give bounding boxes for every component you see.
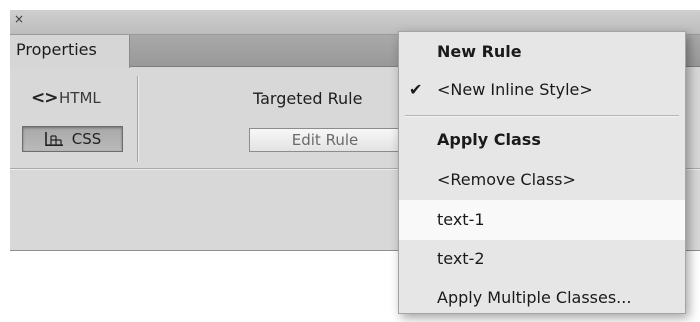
menu-header-apply-class: Apply Class <box>437 130 541 149</box>
menu-header-new-rule: New Rule <box>437 42 522 61</box>
close-icon[interactable]: × <box>14 13 26 25</box>
menu-item-apply-multiple-classes[interactable]: Apply Multiple Classes... <box>399 278 685 318</box>
css-grid-icon <box>44 132 63 146</box>
menu-item-remove-class[interactable]: <Remove Class> <box>399 160 685 200</box>
tab-properties[interactable]: Properties <box>10 35 130 68</box>
edit-rule-button[interactable]: Edit Rule <box>249 128 409 152</box>
menu-item-text-1[interactable]: text-1 <box>399 200 685 240</box>
html-mode-button[interactable]: <> HTML <box>31 87 101 109</box>
mode-divider <box>137 76 138 162</box>
menu-item-text-2[interactable]: text-2 <box>399 239 685 279</box>
targeted-rule-dropdown-menu: New Rule ✔ <New Inline Style> Apply Clas… <box>398 31 686 314</box>
css-mode-button[interactable]: CSS <box>22 126 123 152</box>
targeted-rule-label: Targeted Rule <box>253 89 363 108</box>
menu-separator <box>405 115 679 116</box>
code-brackets-icon: <> <box>31 88 59 108</box>
html-mode-label: HTML <box>59 89 101 107</box>
menu-item-label: <New Inline Style> <box>437 80 593 99</box>
screen: × Properties <> HTML CSS Targeted Rule E… <box>0 0 700 322</box>
css-mode-label: CSS <box>71 130 102 148</box>
menu-item-new-inline-style[interactable]: ✔ <New Inline Style> <box>399 70 685 110</box>
checkmark-icon: ✔ <box>409 80 423 99</box>
